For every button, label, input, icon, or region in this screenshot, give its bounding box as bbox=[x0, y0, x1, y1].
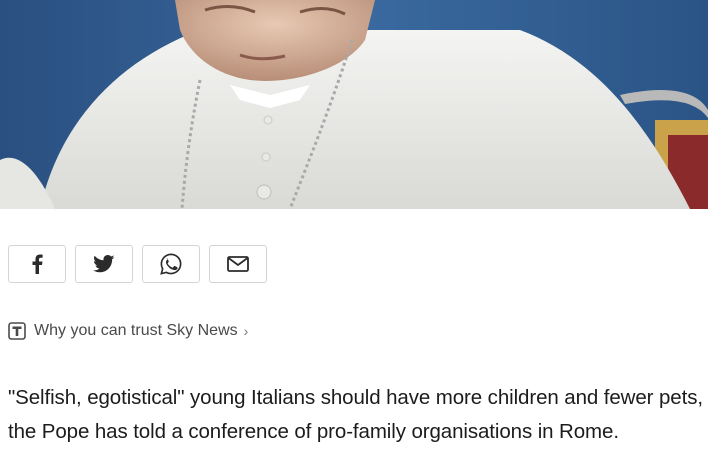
email-icon bbox=[227, 256, 249, 272]
share-whatsapp-button[interactable] bbox=[142, 245, 200, 283]
article-lead: "Selfish, egotistical" young Italians sh… bbox=[8, 386, 703, 443]
pope-photo bbox=[0, 0, 708, 209]
share-email-button[interactable] bbox=[209, 245, 267, 283]
whatsapp-icon bbox=[160, 253, 182, 275]
article-page: Why you can trust Sky News › "Selfish, e… bbox=[0, 0, 708, 452]
share-buttons bbox=[8, 245, 267, 283]
trust-label: Why you can trust Sky News bbox=[34, 322, 238, 339]
trust-badge-icon bbox=[8, 322, 26, 340]
hero-image bbox=[0, 0, 708, 209]
share-facebook-button[interactable] bbox=[8, 245, 66, 283]
chevron-right-icon: › bbox=[243, 323, 249, 339]
share-twitter-button[interactable] bbox=[75, 245, 133, 283]
trust-link[interactable]: Why you can trust Sky News › bbox=[8, 320, 248, 342]
twitter-icon bbox=[93, 255, 115, 273]
facebook-icon bbox=[32, 254, 43, 274]
